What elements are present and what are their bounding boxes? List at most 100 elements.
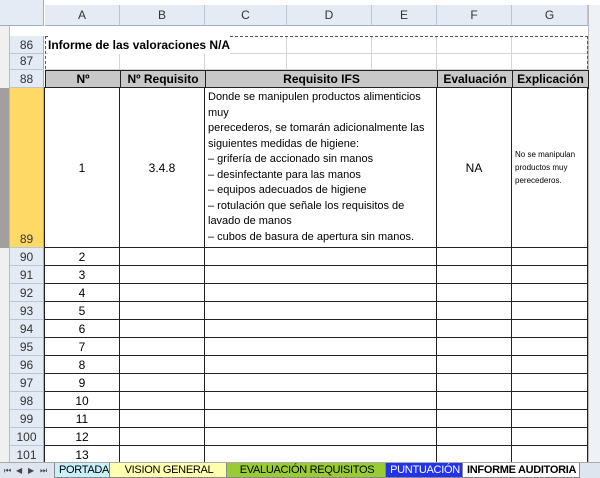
cell[interactable] xyxy=(436,337,512,356)
cell[interactable] xyxy=(512,36,588,54)
sheet-tab-3[interactable]: PUNTUACIÓN xyxy=(385,463,465,478)
cell-number[interactable]: 1 xyxy=(44,87,120,248)
cell-number[interactable]: 5 xyxy=(44,301,120,320)
cell-number[interactable]: 4 xyxy=(44,283,120,302)
cell-number[interactable]: 7 xyxy=(44,337,120,356)
column-header-F[interactable]: F xyxy=(437,5,512,26)
row-header-100[interactable]: 100 xyxy=(10,428,44,446)
row-header-95[interactable]: 95 xyxy=(10,338,44,356)
cell-explanation[interactable]: No se manipulan productos muy perecedero… xyxy=(511,87,588,248)
cell[interactable] xyxy=(436,265,512,284)
column-header-A[interactable]: A xyxy=(45,5,120,26)
cell[interactable] xyxy=(511,427,588,446)
column-header-C[interactable]: C xyxy=(205,5,287,26)
cell[interactable] xyxy=(511,319,588,338)
cell[interactable] xyxy=(205,54,287,70)
cell-number[interactable]: 12 xyxy=(44,427,120,446)
row-header-94[interactable]: 94 xyxy=(10,320,44,338)
cell[interactable] xyxy=(436,427,512,446)
row-header-97[interactable]: 97 xyxy=(10,374,44,392)
cell-number[interactable]: 3 xyxy=(44,265,120,284)
cell[interactable] xyxy=(119,409,205,428)
cell[interactable] xyxy=(204,373,437,392)
row-header-98[interactable]: 98 xyxy=(10,392,44,410)
cell[interactable] xyxy=(204,391,437,410)
cell-number[interactable]: 2 xyxy=(44,247,120,266)
cell[interactable] xyxy=(119,301,205,320)
row-header-89[interactable]: 89 xyxy=(10,88,44,248)
cell[interactable] xyxy=(436,247,512,266)
cell[interactable] xyxy=(119,319,205,338)
cell[interactable] xyxy=(204,427,437,446)
row-header-93[interactable]: 93 xyxy=(10,302,44,320)
cell[interactable] xyxy=(436,409,512,428)
cell[interactable] xyxy=(119,373,205,392)
cell[interactable] xyxy=(204,301,437,320)
tab-nav-first-icon[interactable]: ⏮ xyxy=(4,463,11,478)
cell-number[interactable]: 9 xyxy=(44,373,120,392)
column-header-E[interactable]: E xyxy=(372,5,437,26)
cell[interactable] xyxy=(120,54,205,70)
row-header-87[interactable]: 87 xyxy=(10,54,44,70)
cell[interactable] xyxy=(511,391,588,410)
cell[interactable] xyxy=(436,283,512,302)
cell[interactable] xyxy=(204,265,437,284)
cell-requirement-id[interactable]: 3.4.8 xyxy=(119,87,205,248)
cell[interactable] xyxy=(436,301,512,320)
tab-nav-next-icon[interactable]: ▶ xyxy=(28,463,34,478)
tab-nav-prev-icon[interactable]: ◀ xyxy=(16,463,22,478)
cell[interactable] xyxy=(436,319,512,338)
cell[interactable] xyxy=(436,391,512,410)
cell[interactable] xyxy=(511,409,588,428)
cell[interactable] xyxy=(372,54,437,70)
row-header-86[interactable]: 86 xyxy=(10,36,44,54)
cell[interactable] xyxy=(119,247,205,266)
sheet-tab-0[interactable]: PORTADA xyxy=(54,463,112,478)
cell[interactable] xyxy=(119,265,205,284)
cell-evaluation[interactable]: NA xyxy=(436,87,512,248)
cell[interactable] xyxy=(119,337,205,356)
sheet-tab-2[interactable]: EVALUACIÓN REQUISITOS xyxy=(226,463,388,478)
cell[interactable] xyxy=(204,337,437,356)
cell[interactable] xyxy=(204,409,437,428)
sheet-tab-1[interactable]: VISION GENERAL xyxy=(109,463,229,478)
cell[interactable] xyxy=(437,54,512,70)
cell[interactable] xyxy=(436,355,512,374)
cell[interactable] xyxy=(45,54,120,70)
cell[interactable] xyxy=(511,337,588,356)
vertical-scrollbar[interactable] xyxy=(588,5,600,462)
row-header-99[interactable]: 99 xyxy=(10,410,44,428)
row-header-90[interactable]: 90 xyxy=(10,248,44,266)
cell[interactable] xyxy=(372,36,437,54)
cell[interactable] xyxy=(511,355,588,374)
tab-nav-last-icon[interactable]: ⏭ xyxy=(40,463,47,478)
cell[interactable] xyxy=(287,36,372,54)
cell[interactable] xyxy=(119,283,205,302)
cell[interactable] xyxy=(287,54,372,70)
row-header-92[interactable]: 92 xyxy=(10,284,44,302)
cell[interactable] xyxy=(204,247,437,266)
cell[interactable] xyxy=(204,355,437,374)
column-header-D[interactable]: D xyxy=(287,5,372,26)
cell-number[interactable]: 8 xyxy=(44,355,120,374)
cell[interactable] xyxy=(436,373,512,392)
cell[interactable] xyxy=(511,265,588,284)
cell[interactable] xyxy=(437,36,512,54)
cell[interactable] xyxy=(204,283,437,302)
row-header-96[interactable]: 96 xyxy=(10,356,44,374)
cell[interactable] xyxy=(511,247,588,266)
cell[interactable] xyxy=(119,427,205,446)
cell[interactable] xyxy=(204,319,437,338)
select-all-corner[interactable] xyxy=(0,0,44,26)
column-header-B[interactable]: B xyxy=(120,5,205,26)
sheet-tab-4[interactable]: INFORME AUDITORIA xyxy=(462,463,580,478)
cell[interactable] xyxy=(511,373,588,392)
cell[interactable] xyxy=(512,54,588,70)
column-header-G[interactable]: G xyxy=(512,5,588,26)
cell-number[interactable]: 11 xyxy=(44,409,120,428)
cell-number[interactable]: 10 xyxy=(44,391,120,410)
cell[interactable] xyxy=(511,301,588,320)
row-header-88[interactable]: 88 xyxy=(10,70,44,88)
cell-requirement-text[interactable]: Donde se manipulen productos alimenticio… xyxy=(204,87,437,248)
cell[interactable] xyxy=(119,391,205,410)
